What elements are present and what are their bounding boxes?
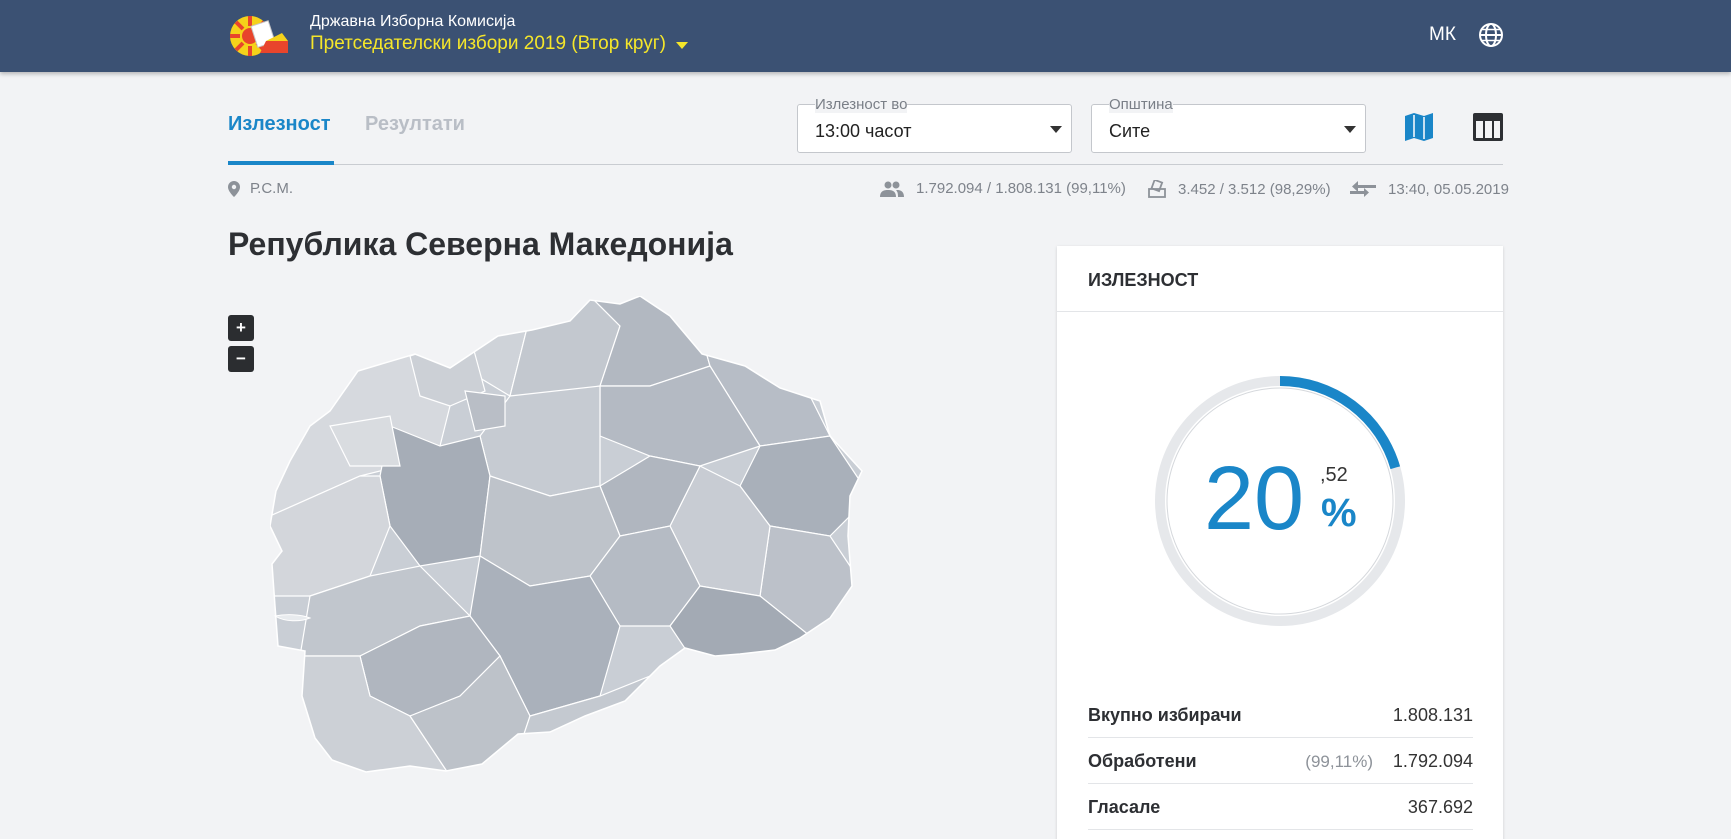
page-title: Република Северна Македонија (228, 226, 733, 262)
row-value: 367.692 (1407, 797, 1473, 817)
turnout-percent-sign: % (1321, 491, 1357, 535)
breadcrumb[interactable]: Р.С.М. (228, 180, 293, 197)
tab-results[interactable]: Резултати (365, 113, 465, 136)
last-updated-stat: 13:40, 05.05.2019 (1350, 180, 1509, 198)
total-voters-row: Вкупно избирачи 1.808.131 (1088, 692, 1473, 738)
language-button[interactable]: МК (1429, 24, 1456, 46)
voters-stat-value: 1.792.094 / 1.808.131 (99,11%) (916, 180, 1126, 197)
turnout-percent-integer: 20 (1204, 449, 1305, 549)
turnout-card-title: ИЗЛЕЗНОСТ (1057, 246, 1503, 312)
zoom-out-button[interactable]: − (228, 346, 254, 372)
election-selector[interactable]: Претседателски избори 2019 (Втор круг) (310, 33, 689, 55)
chevron-down-icon (1344, 126, 1356, 133)
municipality-select[interactable]: Општина Сите (1091, 96, 1366, 153)
turnout-percent-decimal: ,52 (1320, 464, 1348, 486)
org-name: Државна Изборна Комисија (310, 13, 516, 30)
voters-stat: 1.792.094 / 1.808.131 (99,11%) (880, 180, 1126, 197)
tabs-divider (228, 164, 1503, 165)
zoom-in-button[interactable]: + (228, 315, 254, 341)
municipality-value: Сите (1109, 121, 1151, 141)
breadcrumb-label: Р.С.М. (250, 180, 294, 197)
turnout-time-value: 13:00 часот (815, 121, 912, 141)
row-percent: (99,11%) (1305, 752, 1373, 771)
top-bar: Државна Изборна Комисија Претседателски … (0, 0, 1731, 72)
chevron-down-icon (676, 41, 689, 49)
table-icon[interactable] (1472, 111, 1504, 143)
election-label: Претседателски избори 2019 (Втор круг) (310, 33, 667, 54)
row-label: Гласале (1088, 797, 1161, 817)
row-value: 1.808.131 (1392, 705, 1473, 725)
municipality-label: Општина (1109, 96, 1173, 113)
municipality-map[interactable] (270, 296, 970, 776)
turnout-time-select[interactable]: Излезност во 13:00 часот (797, 96, 1072, 153)
polling-stations-stat: 3.452 / 3.512 (98,29%) (1148, 180, 1331, 198)
voted-row: Гласале 367.692 (1088, 784, 1473, 830)
row-value: 1.792.094 (1392, 751, 1473, 771)
chevron-down-icon (1050, 126, 1062, 133)
map-icon[interactable] (1403, 111, 1435, 143)
globe-icon[interactable] (1478, 22, 1504, 48)
people-icon (880, 181, 904, 197)
row-label: Вкупно избирачи (1088, 705, 1242, 725)
processed-row: Обработени (99,11%) 1.792.094 (1088, 738, 1473, 784)
row-label: Обработени (1088, 751, 1197, 771)
ballot-box-icon (1148, 180, 1166, 198)
active-tab-indicator (228, 161, 334, 165)
dik-logo (230, 16, 288, 56)
sync-arrows-icon (1350, 181, 1376, 197)
polling-stations-value: 3.452 / 3.512 (98,29%) (1178, 180, 1331, 198)
location-pin-icon (228, 180, 240, 197)
last-updated-value: 13:40, 05.05.2019 (1388, 180, 1509, 198)
tab-turnout[interactable]: Излезност (228, 113, 331, 136)
turnout-card: ИЗЛЕЗНОСТ 20 ,52 % Вкупно избирачи 1.808… (1057, 246, 1503, 839)
turnout-time-label: Излезност во (815, 96, 908, 113)
